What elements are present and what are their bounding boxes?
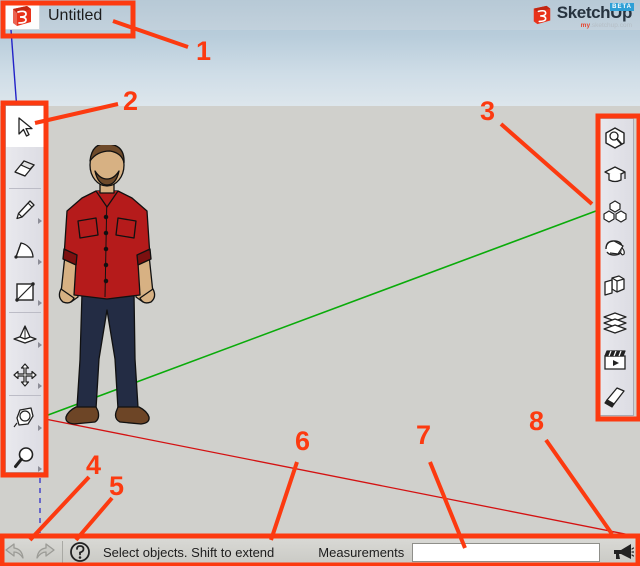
tool-arc[interactable] [6,230,44,271]
tool-push-pull[interactable] [6,313,44,354]
push-pull-icon [13,324,37,344]
paint-bucket-icon [605,239,625,256]
redo-arrow-icon [36,543,55,559]
feedback-button[interactable] [606,538,640,566]
soften-edges-icon [604,386,625,408]
graduation-cap-icon [604,165,626,182]
magnifier-icon [14,446,34,468]
measurements-label: Measurements [318,544,405,560]
question-mark-icon [70,542,90,562]
status-divider [62,541,63,563]
cursor-arrow-icon [18,116,33,137]
left-toolbar[interactable] [5,105,45,473]
sketchup-brand-logo: SketchUp BETA my.sketchup.com [531,3,634,30]
film-clapper-icon [604,349,626,370]
panel-model-info[interactable] [597,119,633,156]
tool-orbit[interactable] [6,396,44,437]
panel-scenes[interactable] [597,341,633,378]
modeling-viewport[interactable] [0,0,640,537]
flyout-arrow-icon[interactable] [38,218,42,224]
flyout-arrow-icon[interactable] [38,342,42,348]
move-icon [13,362,37,387]
main-menu-button[interactable] [4,2,40,30]
tool-line[interactable] [6,189,44,230]
tool-move[interactable] [6,354,44,395]
scale-figure-man[interactable] [52,145,170,428]
flyout-arrow-icon[interactable] [38,383,42,389]
flyout-arrow-icon[interactable] [38,466,42,472]
tool-select[interactable] [6,106,44,147]
orbit-icon [13,406,34,427]
sketchup-logo-icon [13,6,31,26]
layers-stack-icon [603,311,627,334]
brand-sub-my: my [580,22,591,29]
flyout-arrow-icon[interactable] [38,300,42,306]
undo-button[interactable] [0,538,30,566]
brand-word-sketch: Sketch [556,3,611,22]
tool-eraser[interactable] [6,147,44,188]
sketchup-logo-icon [533,5,551,25]
right-toolbar[interactable] [596,118,634,416]
pencil-icon [16,199,35,219]
beta-badge: BETA [610,3,634,11]
undo-arrow-icon [5,543,24,559]
title-bar: Untitled SketchUp BETA my.sketchup.com [0,0,640,30]
flyout-arrow-icon[interactable] [38,259,42,265]
redo-button[interactable] [30,538,60,566]
cube-search-icon [605,126,625,149]
eraser-icon [14,159,36,177]
document-title[interactable]: Untitled [48,4,102,28]
flyout-arrow-icon[interactable] [38,425,42,431]
components-cubes-icon [603,199,627,223]
arc-icon [14,241,34,259]
brand-subdomain: my.sketchup.com [557,22,632,30]
panel-instructor[interactable] [597,156,633,193]
panel-styles[interactable] [597,267,633,304]
panel-layers[interactable] [597,304,633,341]
panel-soften-edges[interactable] [597,378,633,415]
tool-zoom[interactable] [6,437,44,478]
status-message: Select objects. Shift to extend [103,544,275,560]
tool-rectangle[interactable] [6,271,44,312]
panel-components[interactable] [597,193,633,230]
rectangle-icon [15,281,35,302]
brand-sub-rest: .sketchup.com [590,22,632,29]
sketchup-web-app: Untitled SketchUp BETA my.sketchup.com S… [0,0,640,566]
help-button[interactable] [65,538,95,566]
status-bar: Select objects. Shift to extend Measurem… [0,537,640,566]
megaphone-icon [614,544,634,559]
panel-materials[interactable] [597,230,633,267]
styles-cube-icon [604,274,625,296]
measurements-input[interactable] [412,542,600,562]
